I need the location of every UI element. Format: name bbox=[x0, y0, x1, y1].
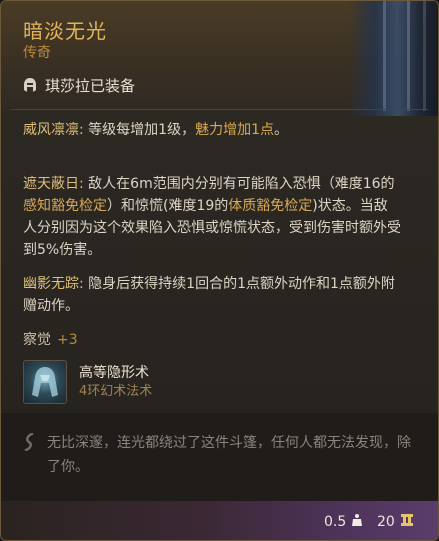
property-text: 等级每增加1级， bbox=[83, 122, 196, 138]
property-label: 遮天蔽日: bbox=[23, 176, 84, 192]
divider bbox=[11, 109, 428, 110]
bonus-value: +3 bbox=[57, 332, 78, 348]
spell-school: 4环幻术法术 bbox=[79, 384, 153, 399]
flavor-text: 无比深邃，连光都绕过了这件斗篷，任何人都无法发现，除了你。 bbox=[47, 435, 411, 475]
item-tooltip: 暗淡无光 传奇 琪莎拉已装备 威风凛凛: 等级每增加1级，魅力增加1点。 遮天蔽… bbox=[0, 0, 439, 541]
bonus-label: 察觉 bbox=[23, 332, 51, 348]
spell-name: 高等隐形术 bbox=[79, 365, 149, 381]
property-text: 敌人在6m范围内分别有可能陷入恐惧（难度16的 bbox=[83, 176, 395, 192]
spell-info: 高等隐形术 4环幻术法术 bbox=[79, 363, 152, 401]
equipped-label: 琪莎拉已装备 bbox=[45, 76, 136, 95]
weight-value: 0.5 bbox=[324, 514, 347, 530]
flavor-section: 无比深邃，连光都绕过了这件斗篷，任何人都无法发现，除了你。 bbox=[1, 413, 438, 501]
quote-icon bbox=[23, 432, 37, 452]
artwork-fold bbox=[407, 1, 410, 111]
property-obscure: 遮天蔽日: 敌人在6m范围内分别有可能陷入恐惧（难度16的感知豁免检定）和惊慌(… bbox=[23, 173, 401, 261]
item-name: 暗淡无光 bbox=[23, 19, 107, 43]
artwork-fold bbox=[383, 1, 386, 111]
tooltip-footer: 0.5 20 bbox=[1, 501, 438, 540]
weight-icon bbox=[351, 513, 363, 531]
price-stat: 20 bbox=[377, 513, 414, 531]
skill-bonus: 察觉 +3 bbox=[23, 329, 78, 349]
artwork-fold bbox=[423, 1, 426, 111]
weight-stat: 0.5 bbox=[324, 513, 363, 531]
property-text: ）和惊慌(难度19的 bbox=[107, 198, 229, 214]
property-label: 威风凛凛: bbox=[23, 122, 84, 138]
property-text: 。 bbox=[274, 122, 288, 138]
equipped-status: 琪莎拉已装备 bbox=[23, 74, 135, 96]
granted-spell[interactable]: 高等隐形术 4环幻术法术 bbox=[23, 359, 152, 405]
property-intimidating: 威风凛凛: 等级每增加1级，魅力增加1点。 bbox=[23, 119, 401, 141]
property-highlight: 体质豁免检定 bbox=[228, 198, 313, 214]
coin-icon bbox=[400, 513, 414, 531]
property-label: 幽影无踪: bbox=[23, 276, 84, 292]
property-highlight: 感知豁免检定 bbox=[23, 198, 107, 214]
price-value: 20 bbox=[377, 514, 395, 530]
item-rarity: 传奇 bbox=[23, 45, 51, 61]
helmet-icon bbox=[23, 77, 37, 93]
property-highlight: 魅力增加1点 bbox=[195, 122, 274, 138]
item-artwork bbox=[348, 1, 438, 116]
cloak-spell-icon[interactable] bbox=[23, 360, 67, 404]
property-shadow: 幽影无踪: 隐身后获得持续1回合的1点额外动作和1点额外附赠动作。 bbox=[23, 273, 401, 317]
